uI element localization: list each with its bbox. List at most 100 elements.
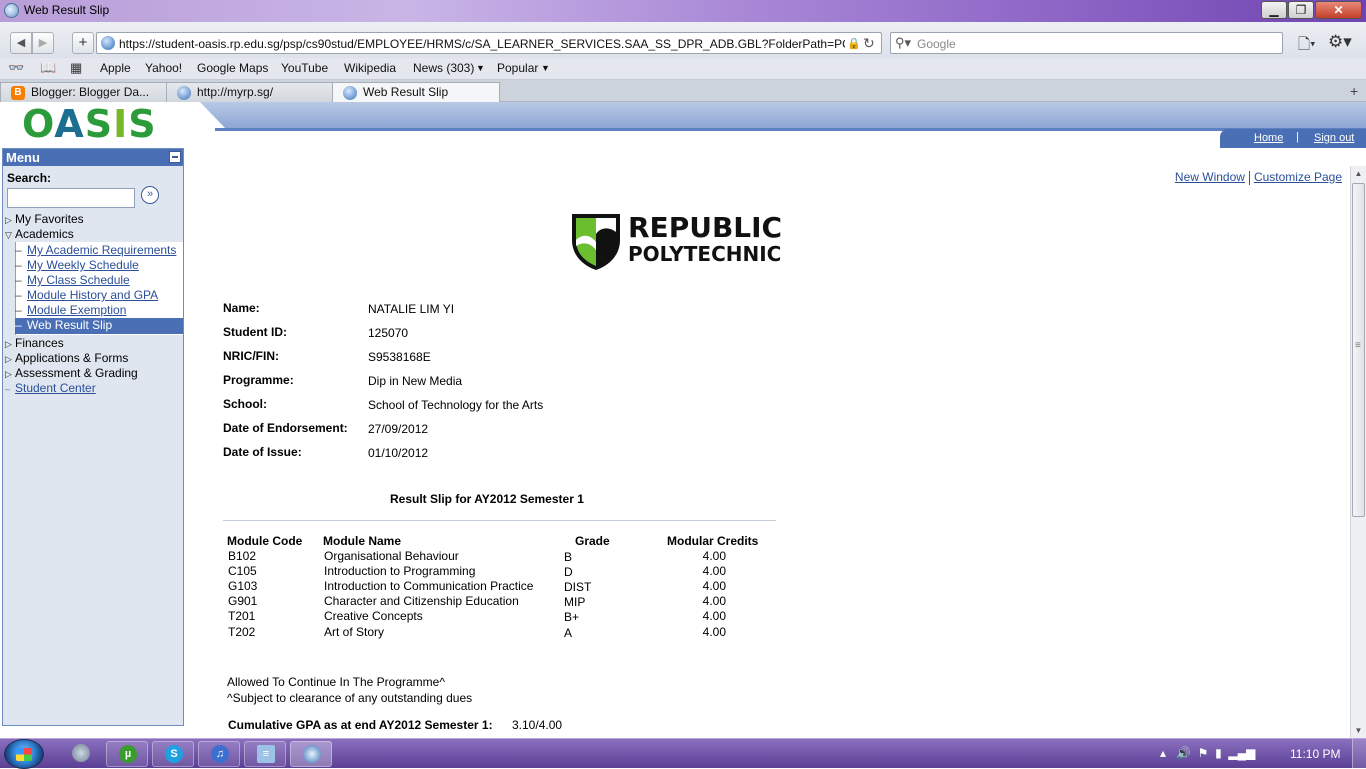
menu-header: Menu (3, 149, 183, 166)
tab-web-result-slip[interactable]: Web Result Slip (332, 82, 500, 102)
tab-bar: B Blogger: Blogger Da... http://myrp.sg/… (0, 80, 1366, 102)
sub-item-link[interactable]: My Class Schedule (27, 273, 130, 287)
menu-item-label: Finances (15, 336, 64, 350)
navigation-menu: Menu Search: » ▷ My Favorites ▽ Academics … (2, 148, 184, 726)
endorsement-date-label: Date of Endorsement: (223, 421, 348, 435)
sub-item-web-result-slip[interactable]: – Web Result Slip (15, 318, 183, 334)
top-sites-grid-icon[interactable]: ▦ (70, 60, 82, 76)
system-tray: ▴ 🔊 ⚑ ▮ ▂▄▆ (1160, 746, 1255, 760)
minimize-button[interactable]: ▁ (1261, 1, 1287, 19)
itunes-icon[interactable]: ♫ (198, 741, 240, 767)
menu-item-student-center[interactable]: – Student Center (5, 381, 96, 395)
header-band (200, 102, 1366, 128)
programme-value: Dip in New Media (368, 374, 463, 388)
search-placeholder: Google (917, 37, 956, 51)
sign-out-link[interactable]: Sign out (1314, 132, 1354, 144)
address-url[interactable]: https://student-oasis.rp.edu.sg/psp/cs90… (119, 37, 845, 51)
safari-icon[interactable] (290, 741, 332, 767)
add-bookmark-button[interactable]: + (72, 32, 94, 54)
bookmark-google-maps[interactable]: Google Maps (197, 61, 268, 75)
grade-cell: D (564, 565, 573, 579)
search-go-button[interactable]: » (141, 186, 159, 204)
show-desktop-button[interactable] (1352, 739, 1366, 769)
new-window-link[interactable]: New Window (1175, 170, 1245, 184)
forward-button[interactable]: ▶ (32, 32, 54, 54)
menu-item-label: Assessment & Grading (15, 366, 138, 380)
new-tab-button[interactable]: + (1350, 83, 1358, 99)
bookmarks-bar: 👓 📖 ▦ Apple Yahoo! Google Maps YouTube W… (0, 58, 1366, 80)
sub-item-link[interactable]: Module History and GPA (27, 288, 158, 302)
module-code-cell: B102 (228, 549, 257, 563)
page-menu-icon[interactable]: 🗋▾ (1298, 34, 1316, 59)
menu-search-input[interactable] (7, 188, 135, 208)
home-link[interactable]: Home (1254, 132, 1283, 144)
start-button[interactable] (4, 739, 44, 769)
tab-blogger[interactable]: B Blogger: Blogger Da... (0, 82, 168, 102)
chevron-down-icon[interactable]: ▼ (476, 63, 485, 73)
collapse-icon[interactable] (169, 151, 181, 163)
student-center-link[interactable]: Student Center (15, 381, 96, 395)
network-flag-icon[interactable]: ⚑ (1198, 746, 1209, 760)
menu-search-label: Search: (7, 171, 52, 185)
menu-item-my-favorites[interactable]: ▷ My Favorites (5, 212, 84, 226)
notepad-icon[interactable]: ≡ (244, 741, 286, 767)
sub-item-link[interactable]: Module Exemption (27, 303, 126, 317)
bookmark-news[interactable]: News (303) (413, 61, 474, 75)
sub-item-class-schedule[interactable]: – My Class Schedule (15, 273, 183, 288)
sub-item-module-history[interactable]: – Module History and GPA (15, 288, 183, 303)
scrollbar-thumb[interactable] (1352, 183, 1365, 517)
window-title-bar: Web Result Slip ▁ ❐ ✕ (0, 0, 1366, 22)
expand-triangle-icon: ▷ (5, 215, 12, 225)
module-name-cell: Introduction to Programming (324, 564, 476, 578)
magnifier-icon: ⚲▾ (895, 35, 912, 50)
bookmark-popular[interactable]: Popular (497, 61, 538, 75)
vertical-scrollbar[interactable]: ▲ ▼ (1350, 166, 1366, 738)
menu-item-applications-forms[interactable]: ▷ Applications & Forms (5, 351, 128, 365)
tab-label: Web Result Slip (363, 85, 449, 99)
column-header-grade: Grade (575, 534, 610, 548)
menu-item-academics[interactable]: ▽ Academics (5, 227, 74, 241)
window-title: Web Result Slip (24, 3, 110, 17)
sub-item-module-exemption[interactable]: – Module Exemption (15, 303, 183, 318)
gpa-value: 3.10/4.00 (512, 718, 563, 732)
customize-page-link[interactable]: Customize Page (1254, 170, 1342, 184)
bookmark-apple[interactable]: Apple (100, 61, 131, 75)
search-field[interactable]: ⚲▾ Google (890, 32, 1283, 54)
address-bar[interactable]: https://student-oasis.rp.edu.sg/psp/cs90… (96, 32, 882, 54)
signal-icon[interactable]: ▂▄▆ (1228, 746, 1255, 760)
maximize-button[interactable]: ❐ (1288, 1, 1314, 19)
menu-item-label: Academics (15, 227, 74, 241)
grade-cell: DIST (564, 580, 592, 594)
tab-myrp[interactable]: http://myrp.sg/ (166, 82, 334, 102)
menu-item-finances[interactable]: ▷ Finances (5, 336, 64, 350)
student-id-value: 125070 (368, 326, 409, 340)
scroll-down-arrow-icon[interactable]: ▼ (1351, 723, 1366, 738)
sub-item-weekly-schedule[interactable]: – My Weekly Schedule (15, 258, 183, 273)
reading-list-icon[interactable]: 👓 (8, 60, 24, 76)
clock[interactable]: 11:10 PM (1290, 747, 1340, 761)
bookmark-wikipedia[interactable]: Wikipedia (344, 61, 396, 75)
close-button[interactable]: ✕ (1315, 1, 1362, 19)
gear-icon[interactable]: ⚙▾ (1328, 32, 1352, 52)
programme-label: Programme: (223, 373, 294, 387)
scroll-up-arrow-icon[interactable]: ▲ (1351, 166, 1366, 181)
credits-cell: 4.00 (702, 594, 726, 608)
show-hidden-icon[interactable]: ▴ (1160, 746, 1166, 760)
power-icon[interactable]: ▮ (1215, 746, 1222, 760)
volume-icon[interactable]: 🔊 (1176, 746, 1191, 760)
chevron-down-icon[interactable]: ▼ (541, 63, 550, 73)
menu-item-assessment-grading[interactable]: ▷ Assessment & Grading (5, 366, 138, 380)
bookmarks-book-icon[interactable]: 📖 (40, 60, 56, 76)
bookmark-yahoo[interactable]: Yahoo! (145, 61, 182, 75)
skype-icon[interactable]: S (152, 741, 194, 767)
chrome-icon[interactable] (60, 741, 100, 767)
bookmark-youtube[interactable]: YouTube (281, 61, 328, 75)
back-button[interactable]: ◀ (10, 32, 32, 54)
clearance-note: ^Subject to clearance of any outstanding… (227, 691, 473, 705)
reload-icon[interactable]: ↻ (863, 35, 875, 52)
sub-item-academic-requirements[interactable]: – My Academic Requirements (15, 243, 183, 258)
sub-item-link[interactable]: My Academic Requirements (27, 243, 176, 257)
utorrent-icon[interactable]: µ (106, 741, 148, 767)
credits-cell: 4.00 (702, 579, 726, 593)
sub-item-link[interactable]: My Weekly Schedule (27, 258, 139, 272)
